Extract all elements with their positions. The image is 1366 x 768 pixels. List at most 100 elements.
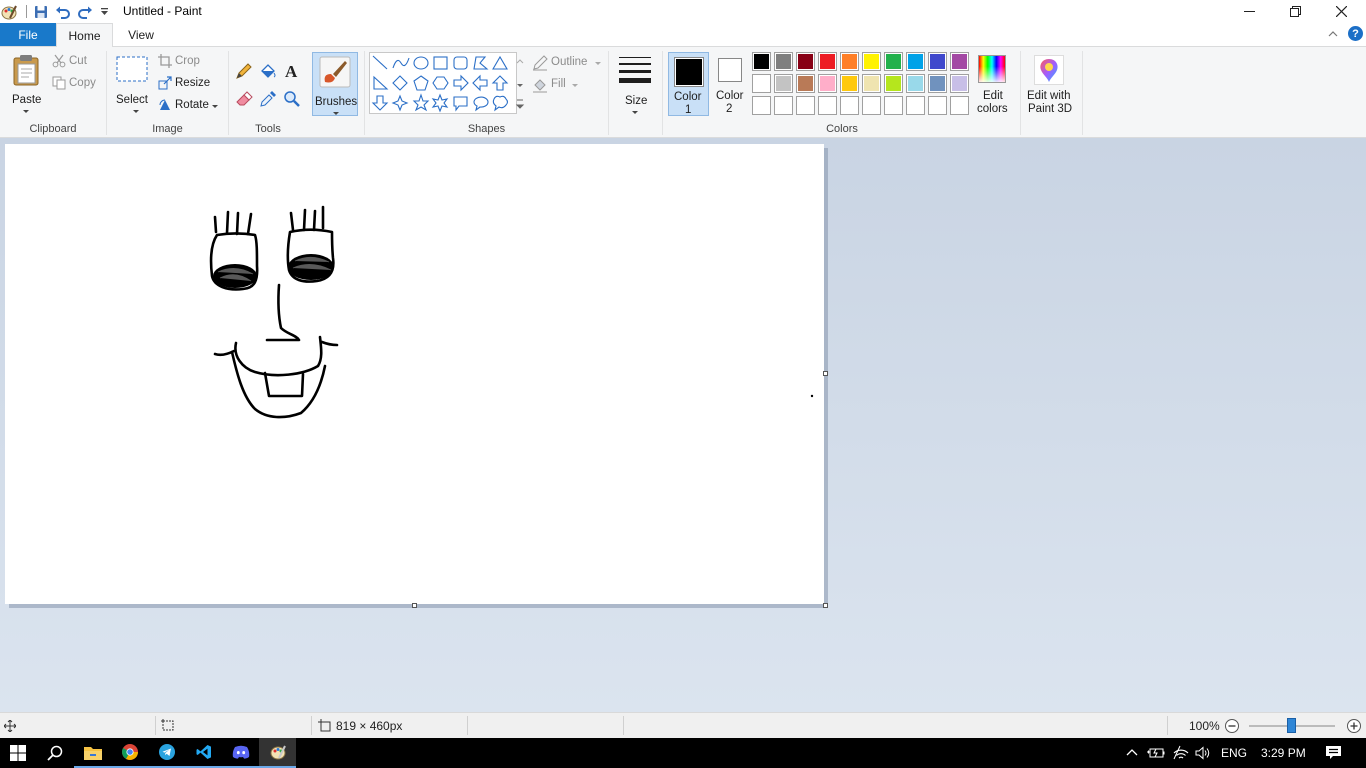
palette-swatch[interactable] — [884, 74, 903, 93]
tab-view[interactable]: View — [113, 23, 169, 46]
fill-bucket-icon[interactable] — [259, 62, 277, 80]
start-button[interactable] — [0, 738, 36, 768]
palette-swatch[interactable] — [840, 74, 859, 93]
tab-home[interactable]: Home — [56, 23, 113, 47]
save-icon[interactable] — [33, 3, 49, 20]
magnifier-icon[interactable] — [283, 90, 301, 108]
custom-color-slot[interactable] — [884, 96, 903, 115]
brushes-dropdown-icon[interactable] — [333, 112, 339, 115]
collapse-ribbon-icon[interactable] — [1326, 27, 1340, 41]
discord-taskbar-button[interactable] — [222, 738, 259, 768]
custom-color-slot[interactable] — [796, 96, 815, 115]
resize-handle-bottom[interactable] — [412, 603, 417, 608]
custom-color-slot[interactable] — [774, 96, 793, 115]
rotate-dropdown-icon[interactable] — [212, 105, 218, 108]
custom-color-slot[interactable] — [950, 96, 969, 115]
palette-swatch[interactable] — [928, 52, 947, 71]
palette-swatch[interactable] — [752, 74, 771, 93]
down-arrow-shape-icon — [371, 95, 389, 111]
window-title: Untitled - Paint — [123, 4, 202, 18]
resize-handle-corner[interactable] — [823, 603, 828, 608]
palette-swatch[interactable] — [774, 52, 793, 71]
size-dropdown-icon[interactable] — [632, 111, 638, 114]
palette-swatch[interactable] — [928, 74, 947, 93]
size-button[interactable]: Size — [614, 52, 656, 116]
custom-color-slot[interactable] — [752, 96, 771, 115]
language-indicator[interactable]: ENG — [1221, 746, 1247, 760]
curve-shape-icon — [392, 57, 410, 69]
select-button[interactable]: Select — [113, 51, 153, 113]
palette-swatch[interactable] — [818, 74, 837, 93]
resize-handle-right[interactable] — [823, 371, 828, 376]
color-picker-icon[interactable] — [259, 90, 277, 108]
show-hidden-icons-icon[interactable] — [1126, 748, 1138, 756]
telegram-taskbar-button[interactable] — [148, 738, 185, 768]
wifi-icon[interactable] — [1173, 745, 1189, 760]
brush-icon — [319, 56, 351, 88]
palette-swatch[interactable] — [950, 52, 969, 71]
outline-button[interactable]: Outline — [532, 55, 604, 71]
restore-button[interactable] — [1272, 0, 1318, 23]
paint-app-icon[interactable] — [0, 3, 18, 20]
redo-icon[interactable] — [76, 3, 94, 20]
notifications-icon[interactable] — [1325, 745, 1342, 761]
select-rectangle-icon — [116, 56, 148, 82]
paste-dropdown-icon[interactable] — [23, 110, 29, 113]
palette-swatch[interactable] — [862, 52, 881, 71]
battery-icon[interactable] — [1147, 746, 1165, 759]
cut-button[interactable]: Cut — [52, 54, 102, 70]
fill-button[interactable]: Fill — [532, 77, 592, 93]
search-button[interactable] — [36, 738, 73, 768]
undo-icon[interactable] — [54, 3, 72, 20]
color1-number: 1 — [685, 104, 692, 116]
palette-swatch[interactable] — [774, 74, 793, 93]
customize-quick-access-icon[interactable] — [98, 3, 110, 20]
resize-button[interactable]: Resize — [158, 76, 218, 92]
paste-button[interactable]: Paste — [6, 51, 48, 113]
zoom-out-icon[interactable] — [1224, 718, 1240, 734]
clock-time[interactable]: 3:29 PM — [1261, 746, 1306, 760]
palette-swatch[interactable] — [884, 52, 903, 71]
rotate-button[interactable]: Rotate — [158, 98, 224, 114]
edit-colors-button[interactable]: Edit colors — [975, 52, 1011, 116]
palette-swatch[interactable] — [906, 52, 925, 71]
copy-button[interactable]: Copy — [52, 76, 102, 92]
paint-taskbar-button[interactable] — [259, 738, 296, 768]
close-button[interactable] — [1318, 0, 1364, 23]
custom-color-slot[interactable] — [818, 96, 837, 115]
palette-swatch[interactable] — [950, 74, 969, 93]
palette-swatch[interactable] — [862, 74, 881, 93]
palette-swatch[interactable] — [906, 74, 925, 93]
palette-swatch[interactable] — [840, 52, 859, 71]
brushes-button[interactable]: Brushes — [312, 52, 358, 116]
pencil-icon[interactable] — [235, 62, 253, 80]
custom-color-slot[interactable] — [906, 96, 925, 115]
volume-icon[interactable] — [1195, 746, 1211, 760]
minimize-button[interactable] — [1226, 0, 1272, 23]
edit-with-paint-3d-button[interactable]: Edit with Paint 3D — [1024, 52, 1078, 116]
tab-file[interactable]: File — [0, 23, 56, 46]
file-explorer-taskbar-button[interactable] — [74, 738, 111, 768]
palette-swatch[interactable] — [818, 52, 837, 71]
color1-button[interactable]: Color 1 — [668, 52, 709, 116]
drawing-canvas[interactable] — [5, 144, 824, 604]
crop-button[interactable]: Crop — [158, 54, 218, 70]
text-icon[interactable]: A — [283, 62, 301, 80]
custom-color-slot[interactable] — [862, 96, 881, 115]
color2-button[interactable]: Color 2 — [712, 52, 750, 116]
palette-swatch[interactable] — [796, 52, 815, 71]
eraser-icon[interactable] — [235, 90, 253, 108]
zoom-in-icon[interactable] — [1346, 718, 1362, 734]
select-dropdown-icon[interactable] — [133, 110, 139, 113]
shapes-scroll-icon[interactable] — [515, 53, 525, 113]
vscode-taskbar-button[interactable] — [185, 738, 222, 768]
zoom-slider-thumb[interactable] — [1287, 718, 1296, 733]
fill-dropdown-icon[interactable] — [572, 84, 578, 87]
help-icon[interactable]: ? — [1348, 26, 1363, 41]
palette-swatch[interactable] — [796, 74, 815, 93]
chrome-taskbar-button[interactable] — [111, 738, 148, 768]
custom-color-slot[interactable] — [840, 96, 859, 115]
outline-dropdown-icon[interactable] — [595, 62, 601, 65]
palette-swatch[interactable] — [752, 52, 771, 71]
custom-color-slot[interactable] — [928, 96, 947, 115]
